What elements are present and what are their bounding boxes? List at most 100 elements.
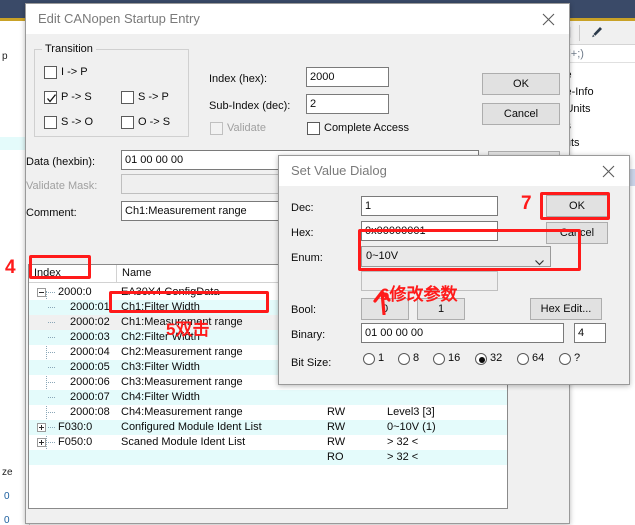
tree-dash xyxy=(48,427,55,428)
radio-label: ? xyxy=(574,352,581,364)
checkbox-box xyxy=(44,91,57,104)
expand-icon[interactable] xyxy=(37,423,46,432)
tree-dash xyxy=(48,442,55,443)
annotation-step-7: 7 xyxy=(521,193,532,214)
checkbox-box xyxy=(44,116,57,129)
comment-label: Comment: xyxy=(26,207,77,219)
cell-name: Ch4:Measurement range xyxy=(121,406,243,418)
checkbox-label: P -> S xyxy=(61,91,92,103)
checkbox-label: Validate xyxy=(227,122,266,134)
ok-button[interactable]: OK xyxy=(482,73,560,95)
cancel-button[interactable]: Cancel xyxy=(482,103,560,125)
cell-flags: RO xyxy=(327,451,344,463)
cell-value: Level3 [3] xyxy=(387,406,435,418)
radio-label: 64 xyxy=(532,352,545,364)
enum-dropdown[interactable]: 0~10V xyxy=(361,246,551,267)
radio-circle xyxy=(363,353,375,365)
radio-circle xyxy=(517,353,529,365)
binary-input[interactable]: 01 00 00 00 xyxy=(361,323,564,343)
binary-label: Binary: xyxy=(291,329,326,341)
index-input[interactable]: 2000 xyxy=(306,67,389,87)
chevron-down-icon xyxy=(535,254,544,266)
checkbox-label: O -> S xyxy=(138,116,171,128)
checkbox-label: I -> P xyxy=(61,66,88,78)
annotation-arrow-icon xyxy=(373,290,391,315)
hex-label: Hex: xyxy=(291,227,314,239)
validate-mask-label: Validate Mask: xyxy=(26,180,98,192)
enum-selected-value: 0~10V xyxy=(366,250,399,262)
annotation-step-4: 4 xyxy=(5,257,16,278)
left-label-0: p xyxy=(2,51,8,62)
tree-dash xyxy=(48,397,55,398)
table-row[interactable]: RO > 32 < xyxy=(29,450,507,465)
cell-value: > 32 < xyxy=(387,436,419,448)
binary-size-input[interactable]: 4 xyxy=(574,323,606,343)
cell-name: Ch4:Filter Width xyxy=(121,391,200,403)
radio-label: 16 xyxy=(448,352,461,364)
radio-circle xyxy=(398,353,410,365)
subindex-input[interactable]: 2 xyxy=(306,94,389,114)
set-value-dialog: Set Value Dialog Dec: 1 Hex: 0x00000001 … xyxy=(278,155,630,385)
tree-dash xyxy=(48,382,55,383)
checkbox-label: S -> O xyxy=(61,116,94,128)
checkbox-label: Complete Access xyxy=(324,122,409,134)
tree-dash xyxy=(48,337,55,338)
transition-group-caption: Transition xyxy=(42,43,96,55)
toolbar-separator xyxy=(579,25,580,41)
checkbox-box xyxy=(307,122,320,135)
table-row[interactable]: F050:0 Scaned Module Ident List RW > 32 … xyxy=(29,435,507,450)
dec-label: Dec: xyxy=(291,202,314,214)
radio-label: 1 xyxy=(378,352,385,364)
table-row[interactable]: F030:0 Configured Module Ident List RW 0… xyxy=(29,420,507,435)
tree-dash xyxy=(48,367,55,368)
cell-index: F030:0 xyxy=(58,421,93,433)
checkbox-label: S -> P xyxy=(138,91,169,103)
close-icon[interactable] xyxy=(589,156,629,186)
radio-circle xyxy=(559,353,571,365)
cell-flags: RW xyxy=(327,436,346,448)
dec-input[interactable]: 1 xyxy=(361,196,498,216)
checkbox-box xyxy=(121,91,134,104)
left-label-3: 0 xyxy=(4,515,10,525)
radio-label: 8 xyxy=(413,352,420,364)
dialog-title-text: Edit CANopen Startup Entry xyxy=(38,11,200,26)
tree-dash xyxy=(48,412,55,413)
cell-index: 2000:0 xyxy=(58,286,92,298)
cell-flags: RW xyxy=(327,406,346,418)
cell-value: > 32 < xyxy=(387,451,419,463)
cell-name: Scaned Module Ident List xyxy=(121,436,246,448)
collapse-icon[interactable] xyxy=(37,288,46,297)
brush-icon[interactable] xyxy=(589,26,603,40)
cell-name: Configured Module Ident List xyxy=(121,421,262,433)
hex-edit-button[interactable]: Hex Edit... xyxy=(530,298,602,320)
dialog-title-text: Set Value Dialog xyxy=(291,163,387,178)
tree-dash xyxy=(48,307,55,308)
subindex-label: Sub-Index (dec): xyxy=(209,100,291,112)
ok-button[interactable]: OK xyxy=(546,195,608,217)
checkbox-box xyxy=(44,66,57,79)
screenshot-root: p ze 0 0 Edit CANopen Startup Entry Tran… xyxy=(0,0,635,525)
checkbox-box xyxy=(121,116,134,129)
bitsize-label: Bit Size: xyxy=(291,357,332,369)
left-label-1: ze xyxy=(2,467,13,478)
tree-dash xyxy=(48,292,55,293)
table-row[interactable]: 2000:08 Ch4:Measurement range RW Level3 … xyxy=(29,405,507,420)
index-label: Index (hex): xyxy=(209,73,268,85)
cell-index: F050:0 xyxy=(58,436,93,448)
dialog-titlebar: Edit CANopen Startup Entry xyxy=(26,4,569,34)
tree-dash xyxy=(48,322,55,323)
cancel-button[interactable]: Cancel xyxy=(546,222,608,244)
column-header-index[interactable]: Index xyxy=(29,265,117,282)
left-label-2: 0 xyxy=(4,491,10,502)
expand-icon[interactable] xyxy=(37,438,46,447)
bool-label: Bool: xyxy=(291,304,317,316)
hex-input[interactable]: 0x00000001 xyxy=(361,221,498,241)
cell-value: 0~10V (1) xyxy=(387,421,436,433)
dialog-titlebar: Set Value Dialog xyxy=(279,156,629,186)
data-label: Data (hexbin): xyxy=(26,156,96,168)
close-icon[interactable] xyxy=(529,4,569,34)
enum-label: Enum: xyxy=(291,252,323,264)
table-row[interactable]: 2000:07 Ch4:Filter Width xyxy=(29,390,507,405)
radio-circle xyxy=(433,353,445,365)
radio-circle xyxy=(475,353,487,365)
